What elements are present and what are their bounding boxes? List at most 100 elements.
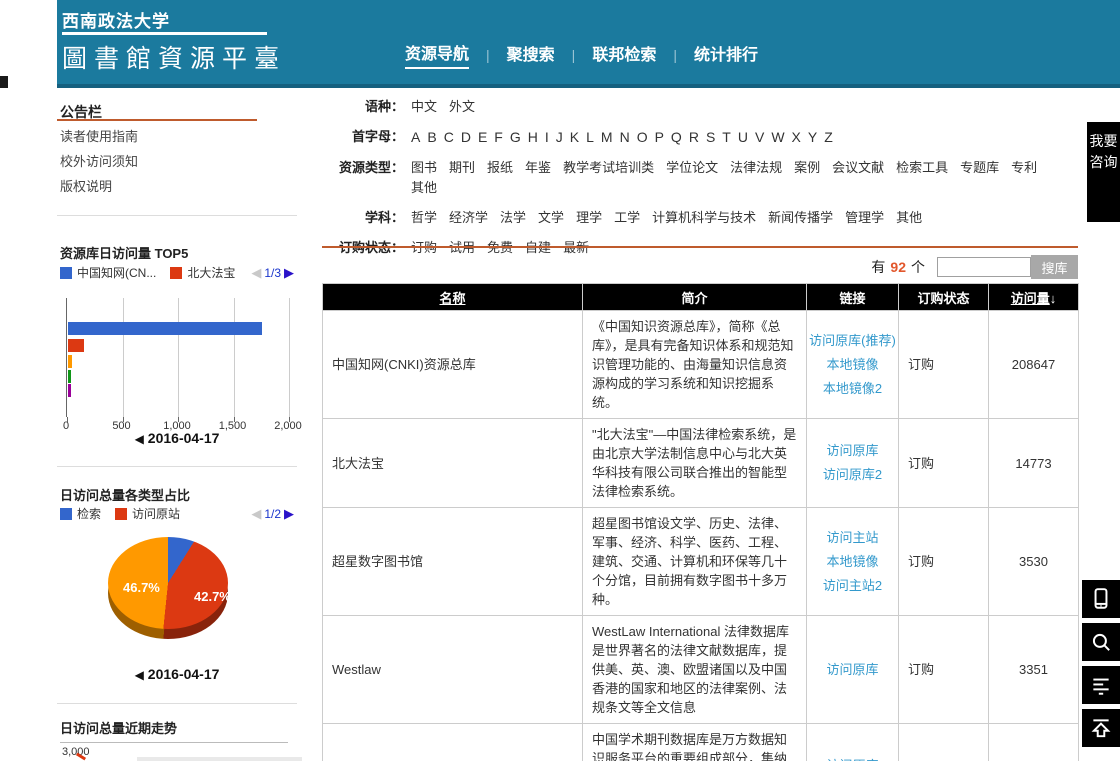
- bar-chart-legend: 中国知网(CN...北大法宝◀1/3▶: [60, 264, 294, 281]
- nav-item-2[interactable]: 联邦检索: [592, 41, 656, 68]
- resource-link[interactable]: 本地镜像2: [809, 377, 896, 401]
- filter-option[interactable]: I: [545, 129, 549, 145]
- filter-option[interactable]: 新闻传播学: [768, 210, 833, 225]
- announcements-underline: [57, 119, 257, 121]
- filter-option[interactable]: A: [411, 129, 420, 145]
- search-button[interactable]: 搜库: [1031, 255, 1078, 279]
- pager-next-icon[interactable]: ▶: [284, 265, 294, 281]
- pie-slice-label: 46.7%: [123, 580, 160, 595]
- filter-option[interactable]: 法学: [500, 210, 526, 225]
- feedback-list-icon[interactable]: [1082, 666, 1120, 704]
- filter-option[interactable]: 会议文献: [832, 160, 884, 175]
- resource-link[interactable]: 访问原库: [809, 439, 896, 463]
- filter-option[interactable]: N: [620, 129, 630, 145]
- filter-option[interactable]: 法律法规: [730, 160, 782, 175]
- filter-option[interactable]: 中文: [411, 99, 437, 114]
- filter-option[interactable]: Q: [671, 129, 682, 145]
- filter-option[interactable]: 理学: [576, 210, 602, 225]
- filter-option[interactable]: 教学考试培训类: [563, 160, 654, 175]
- filter-option[interactable]: 报纸: [487, 160, 513, 175]
- header-visits[interactable]: 访问量↓: [989, 284, 1079, 311]
- filter-option[interactable]: C: [444, 129, 454, 145]
- filter-option[interactable]: 计算机科学与技术: [652, 210, 756, 225]
- pager-next-icon[interactable]: ▶: [284, 506, 294, 522]
- announcement-link[interactable]: 版权说明: [60, 174, 138, 199]
- filter-option[interactable]: 管理学: [845, 210, 884, 225]
- resource-link[interactable]: 访问原库: [809, 658, 896, 682]
- filter-option[interactable]: 学位论文: [666, 160, 718, 175]
- filter-option[interactable]: 其他: [411, 180, 437, 195]
- filter-option[interactable]: 工学: [614, 210, 640, 225]
- legend-item: 北大法宝: [170, 264, 235, 281]
- filter-option[interactable]: S: [706, 129, 715, 145]
- filter-option[interactable]: H: [528, 129, 538, 145]
- resource-visits: 14773: [989, 419, 1079, 508]
- filter-option[interactable]: 外文: [449, 99, 475, 114]
- filter-option[interactable]: 检索工具: [896, 160, 948, 175]
- filter-option[interactable]: Z: [824, 129, 833, 145]
- filter-option[interactable]: Y: [808, 129, 817, 145]
- resource-link[interactable]: 访问主站: [809, 526, 896, 550]
- nav-item-1[interactable]: 聚搜索: [507, 41, 555, 68]
- filter-option[interactable]: U: [738, 129, 748, 145]
- main-content: 语种：中文外文首字母：ABCDEFGHIJKLMNOPQRSTUVWXYZ资源类…: [322, 88, 1078, 268]
- announcement-link[interactable]: 校外访问须知: [60, 149, 138, 174]
- nav-item-3[interactable]: 统计排行: [694, 41, 758, 68]
- filter-options: 图书期刊报纸年鉴教学考试培训类学位论文法律法规案例会议文献检索工具专题库专利其他: [411, 158, 1078, 198]
- filter-option[interactable]: R: [689, 129, 699, 145]
- consult-button[interactable]: 我要咨询: [1087, 122, 1120, 222]
- filter-option[interactable]: 专题库: [960, 160, 999, 175]
- filter-option[interactable]: K: [570, 129, 579, 145]
- bar-chart-title: 资源库日访问量 TOP5: [60, 243, 188, 262]
- nav-item-0[interactable]: 资源导航: [405, 40, 469, 69]
- resource-link[interactable]: 访问原库(推荐): [809, 329, 896, 353]
- announcement-link[interactable]: 读者使用指南: [60, 124, 138, 149]
- filter-option[interactable]: T: [722, 129, 731, 145]
- filter-option[interactable]: O: [637, 129, 648, 145]
- pie-chart-date-nav[interactable]: ◀2016-04-17: [57, 666, 297, 682]
- filter-option[interactable]: V: [755, 129, 764, 145]
- resource-link[interactable]: 本地镜像: [809, 550, 896, 574]
- search-icon[interactable]: [1082, 623, 1120, 661]
- filter-option[interactable]: P: [655, 129, 664, 145]
- filter-option[interactable]: D: [461, 129, 471, 145]
- filter-option[interactable]: 年鉴: [525, 160, 551, 175]
- divider-orange: [322, 246, 1078, 248]
- filter-option[interactable]: 经济学: [449, 210, 488, 225]
- filter-option[interactable]: J: [556, 129, 563, 145]
- resource-link[interactable]: 访问原库: [809, 754, 896, 761]
- back-to-top-icon[interactable]: [1082, 709, 1120, 747]
- legend-swatch: [115, 508, 127, 520]
- filter-option[interactable]: 其他: [896, 210, 922, 225]
- filter-option[interactable]: 文学: [538, 210, 564, 225]
- resource-status: 订购: [899, 724, 989, 761]
- filter-option[interactable]: 哲学: [411, 210, 437, 225]
- resource-name: 超星数字图书馆: [323, 508, 583, 616]
- prev-date-icon[interactable]: ◀: [135, 432, 144, 446]
- filter-option[interactable]: 案例: [794, 160, 820, 175]
- header-name[interactable]: 名称: [323, 284, 583, 311]
- filter-option[interactable]: W: [771, 129, 784, 145]
- filter-option[interactable]: 图书: [411, 160, 437, 175]
- filter-option[interactable]: M: [601, 129, 613, 145]
- resource-link[interactable]: 访问主站2: [809, 574, 896, 598]
- filter-option[interactable]: G: [510, 129, 521, 145]
- prev-date-icon[interactable]: ◀: [135, 668, 144, 682]
- filter-option[interactable]: B: [427, 129, 436, 145]
- legend-item: 检索: [60, 505, 101, 522]
- pager-prev-icon[interactable]: ◀: [251, 265, 261, 281]
- search-input[interactable]: [937, 257, 1031, 277]
- filter-option[interactable]: E: [478, 129, 487, 145]
- filter-option[interactable]: X: [792, 129, 801, 145]
- mobile-icon[interactable]: [1082, 580, 1120, 618]
- filter-option[interactable]: L: [586, 129, 594, 145]
- bar-chart-date-nav[interactable]: ◀2016-04-17: [57, 430, 297, 446]
- filter-option[interactable]: 专利: [1011, 160, 1037, 175]
- resource-link[interactable]: 本地镜像: [809, 353, 896, 377]
- filter-option[interactable]: F: [494, 129, 503, 145]
- filter-option[interactable]: 期刊: [449, 160, 475, 175]
- pager-prev-icon[interactable]: ◀: [251, 506, 261, 522]
- resource-link[interactable]: 访问原库2: [809, 463, 896, 487]
- legend-pager: ◀1/2▶: [251, 506, 294, 522]
- pager-label: 1/2: [264, 507, 281, 521]
